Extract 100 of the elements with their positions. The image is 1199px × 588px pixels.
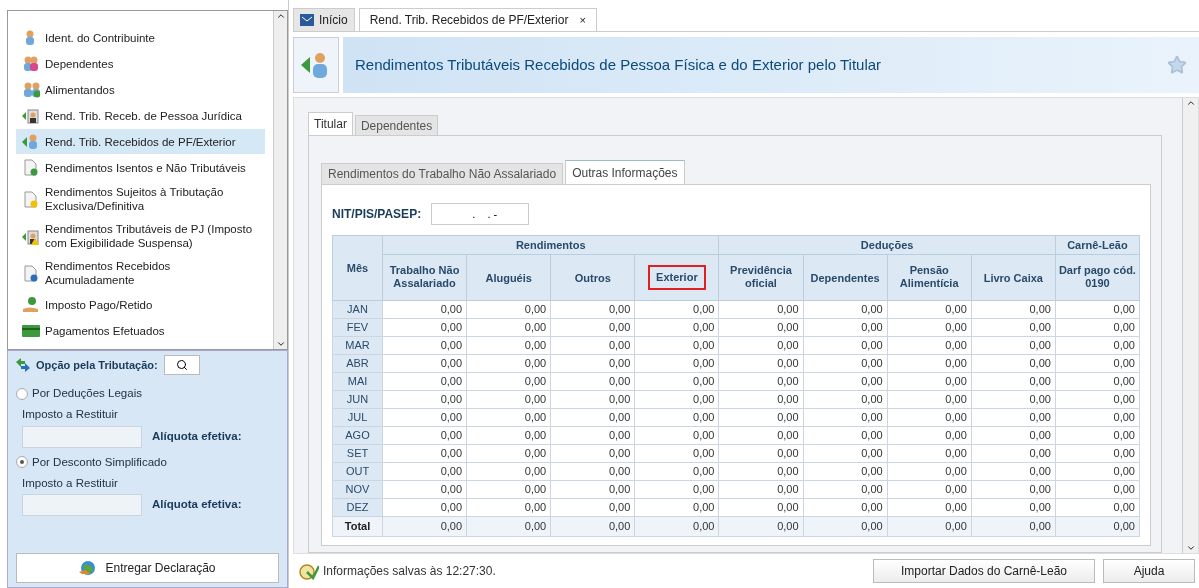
value-cell[interactable]: 0,00: [887, 426, 972, 445]
value-cell[interactable]: 0,00: [971, 462, 1056, 481]
value-cell[interactable]: 0,00: [550, 444, 635, 463]
value-cell[interactable]: 0,00: [803, 300, 888, 319]
value-cell[interactable]: 0,00: [887, 498, 972, 517]
value-cell[interactable]: 0,00: [1055, 426, 1140, 445]
value-cell[interactable]: 0,00: [634, 408, 719, 427]
value-cell[interactable]: 0,00: [971, 318, 1056, 337]
tab[interactable]: Rendimentos do Trabalho Não Assalariado: [321, 163, 564, 184]
value-cell[interactable]: 0,00: [466, 426, 551, 445]
action-button[interactable]: Importar Dados do Carnê-Leão: [873, 559, 1095, 583]
value-cell[interactable]: 0,00: [466, 462, 551, 481]
value-cell[interactable]: 0,00: [466, 480, 551, 499]
value-cell[interactable]: 0,00: [550, 300, 635, 319]
nav-item[interactable]: Imposto Pago/Retido: [16, 292, 265, 317]
scroll-down-icon[interactable]: [275, 339, 286, 349]
value-cell[interactable]: 0,00: [634, 498, 719, 517]
value-cell[interactable]: 0,00: [382, 426, 467, 445]
value-cell[interactable]: 0,00: [971, 408, 1056, 427]
value-cell[interactable]: 0,00: [550, 498, 635, 517]
input-field[interactable]: [22, 494, 142, 516]
value-cell[interactable]: 0,00: [1055, 444, 1140, 463]
value-cell[interactable]: 0,00: [1055, 462, 1140, 481]
value-cell[interactable]: 0,00: [466, 498, 551, 517]
value-cell[interactable]: 0,00: [634, 426, 719, 445]
nav-item[interactable]: Rendimentos Recebidos Acumuladamente: [16, 255, 265, 291]
value-cell[interactable]: 0,00: [718, 318, 804, 337]
value-cell[interactable]: 0,00: [634, 354, 719, 373]
value-cell[interactable]: 0,00: [887, 300, 972, 319]
value-cell[interactable]: 0,00: [1055, 480, 1140, 499]
value-cell[interactable]: 0,00: [382, 318, 467, 337]
value-cell[interactable]: 0,00: [803, 462, 888, 481]
value-cell[interactable]: 0,00: [803, 444, 888, 463]
radio-button[interactable]: [16, 387, 28, 400]
value-cell[interactable]: 0,00: [382, 444, 467, 463]
value-cell[interactable]: 0,00: [718, 408, 804, 427]
value-cell[interactable]: 0,00: [550, 480, 635, 499]
radio-button[interactable]: [16, 456, 28, 469]
value-cell[interactable]: 0,00: [634, 318, 719, 337]
value-cell[interactable]: 0,00: [550, 318, 635, 337]
value-cell[interactable]: 0,00: [634, 336, 719, 355]
value-cell[interactable]: 0,00: [971, 480, 1056, 499]
value-cell[interactable]: 0,00: [803, 390, 888, 409]
star-icon[interactable]: [1167, 55, 1187, 75]
scrollbar[interactable]: [1182, 98, 1198, 553]
value-cell[interactable]: 0,00: [382, 300, 467, 319]
value-cell[interactable]: 0,00: [382, 372, 467, 391]
value-cell[interactable]: 0,00: [1055, 318, 1140, 337]
value-cell[interactable]: 0,00: [466, 318, 551, 337]
value-cell[interactable]: 0,00: [382, 390, 467, 409]
value-cell[interactable]: 0,00: [550, 408, 635, 427]
value-cell[interactable]: 0,00: [971, 372, 1056, 391]
value-cell[interactable]: 0,00: [634, 390, 719, 409]
value-cell[interactable]: 0,00: [718, 444, 804, 463]
value-cell[interactable]: 0,00: [382, 498, 467, 517]
value-cell[interactable]: 0,00: [1055, 498, 1140, 517]
scroll-up-icon[interactable]: [1185, 98, 1196, 108]
value-cell[interactable]: 0,00: [550, 426, 635, 445]
value-cell[interactable]: 0,00: [803, 426, 888, 445]
value-cell[interactable]: 0,00: [466, 408, 551, 427]
nav-item[interactable]: Ident. do Contribuinte: [16, 25, 265, 50]
value-cell[interactable]: 0,00: [718, 426, 804, 445]
value-cell[interactable]: 0,00: [887, 408, 972, 427]
value-cell[interactable]: 0,00: [718, 372, 804, 391]
value-cell[interactable]: 0,00: [718, 354, 804, 373]
value-cell[interactable]: 0,00: [382, 480, 467, 499]
scroll-up-icon[interactable]: [275, 11, 286, 21]
value-cell[interactable]: 0,00: [466, 372, 551, 391]
tab[interactable]: Outras Informações: [565, 160, 685, 184]
nav-item[interactable]: Rend. Trib. Receb. de Pessoa Jurídica: [16, 103, 265, 128]
value-cell[interactable]: 0,00: [971, 300, 1056, 319]
value-cell[interactable]: 0,00: [971, 336, 1056, 355]
value-cell[interactable]: 0,00: [466, 354, 551, 373]
value-cell[interactable]: 0,00: [382, 408, 467, 427]
nav-item[interactable]: Pagamentos Efetuados: [16, 318, 265, 343]
value-cell[interactable]: 0,00: [550, 462, 635, 481]
nav-item[interactable]: Rendimentos Tributáveis de PJ (Imposto com Exigibilidade Suspensa): [16, 218, 265, 254]
value-cell[interactable]: 0,00: [1055, 300, 1140, 319]
value-cell[interactable]: 0,00: [550, 354, 635, 373]
nit-field[interactable]: . . -: [431, 203, 530, 225]
value-cell[interactable]: 0,00: [971, 354, 1056, 373]
search-button[interactable]: [163, 355, 200, 375]
value-cell[interactable]: 0,00: [803, 480, 888, 499]
value-cell[interactable]: 0,00: [887, 444, 972, 463]
value-cell[interactable]: 0,00: [803, 408, 888, 427]
value-cell[interactable]: 0,00: [1055, 372, 1140, 391]
value-cell[interactable]: 0,00: [550, 390, 635, 409]
value-cell[interactable]: 0,00: [971, 498, 1056, 517]
value-cell[interactable]: 0,00: [1055, 336, 1140, 355]
value-cell[interactable]: 0,00: [1055, 354, 1140, 373]
tab[interactable]: Dependentes: [354, 115, 439, 135]
value-cell[interactable]: 0,00: [1055, 408, 1140, 427]
value-cell[interactable]: 0,00: [634, 372, 719, 391]
value-cell[interactable]: 0,00: [971, 426, 1056, 445]
value-cell[interactable]: 0,00: [382, 354, 467, 373]
nav-item[interactable]: Rend. Trib. Recebidos de PF/Exterior: [16, 129, 265, 154]
nav-item[interactable]: Rendimentos Isentos e Não Tributáveis: [16, 155, 265, 180]
value-cell[interactable]: 0,00: [634, 462, 719, 481]
value-cell[interactable]: 0,00: [634, 480, 719, 499]
scroll-down-icon[interactable]: [1185, 543, 1196, 553]
